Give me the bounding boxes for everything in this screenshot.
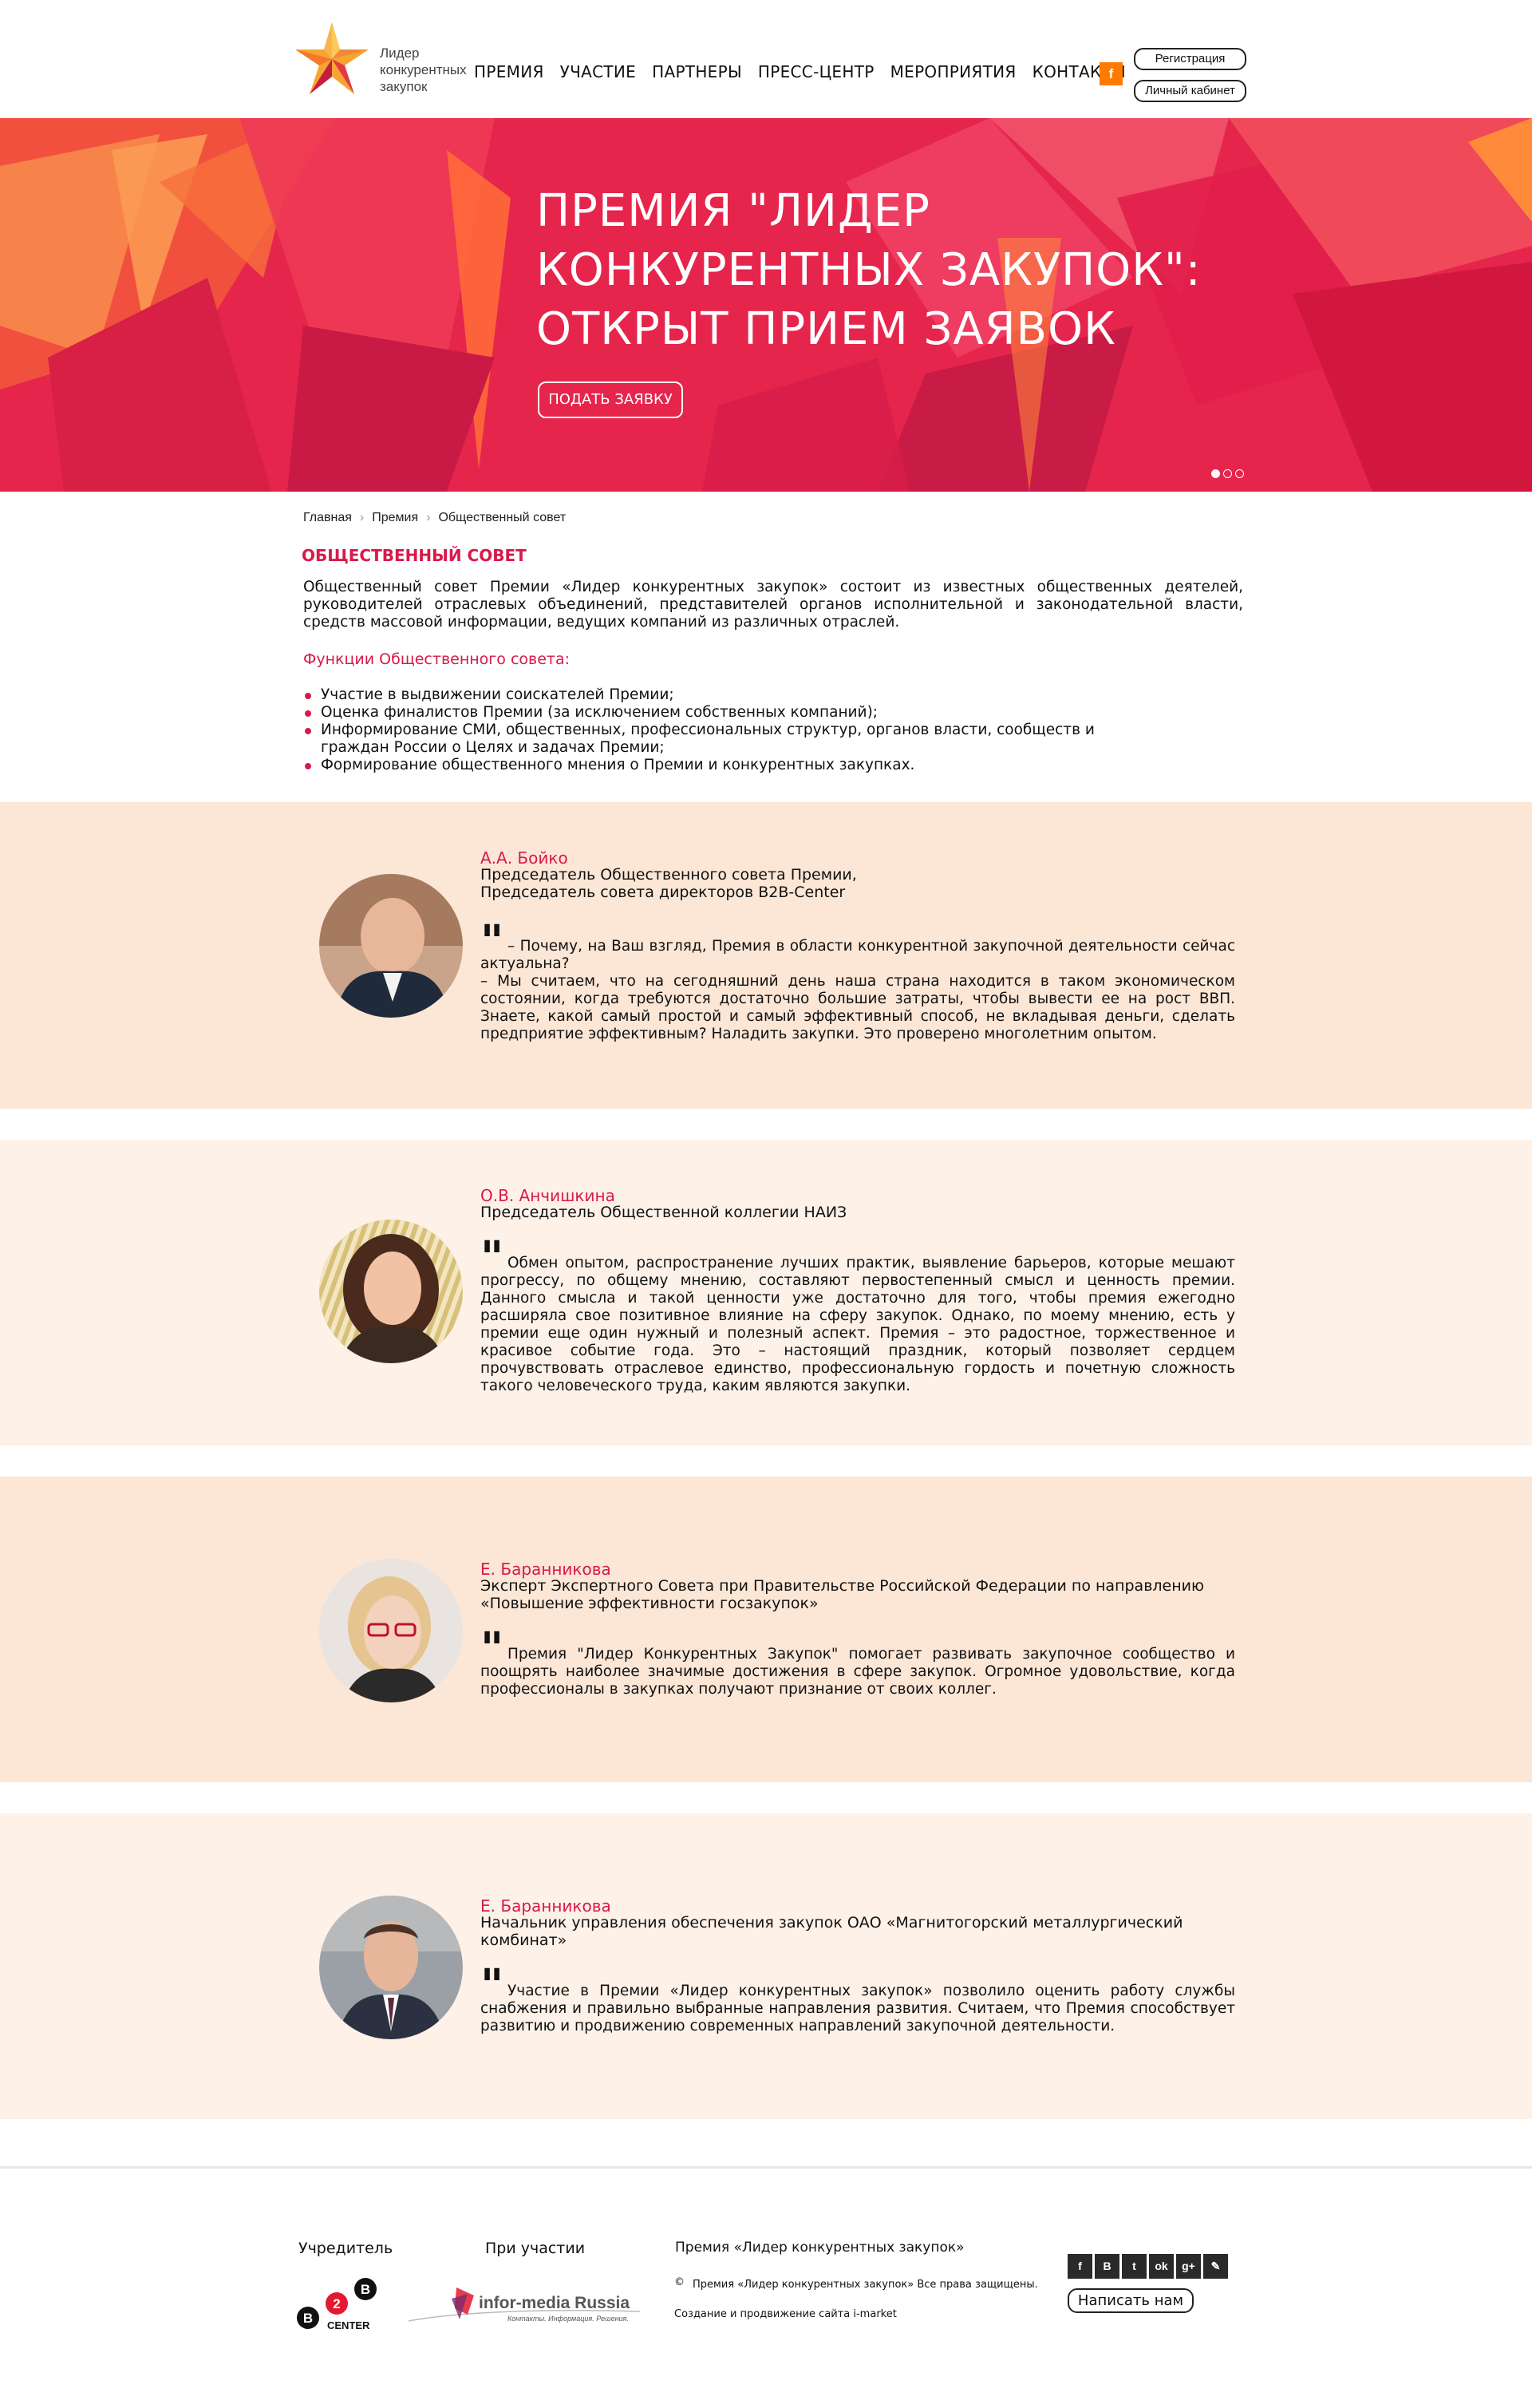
nav-uchastie[interactable]: УЧАСТИЕ <box>560 62 636 81</box>
participation-label: При участии <box>485 2240 586 2257</box>
vk-icon[interactable]: B <box>1095 2254 1119 2279</box>
nav-meropriyatiya[interactable]: МЕРОПРИЯТИЯ <box>890 62 1017 81</box>
award-label: Премия «Лидер конкурентных закупок» <box>675 2240 965 2256</box>
member-role: Эксперт Экспертного Совета при Правитель… <box>480 1577 1246 1612</box>
member-quote: Премия "Лидер Конкурентных Закупок" помо… <box>480 1646 1235 1698</box>
member-card: Е. Баранникова Эксперт Экспертного Совет… <box>0 1477 1532 1782</box>
breadcrumb-premia[interactable]: Премия <box>372 511 418 525</box>
partner-logo-text: infor-media Russia <box>479 2294 630 2312</box>
member-quote: Участие в Премии «Лидер конкурентных зак… <box>480 1983 1235 2034</box>
odnoklassniki-icon[interactable]: ok <box>1149 2254 1174 2279</box>
functions-list: Участие в выдвижении соискателей Премии;… <box>303 686 1101 774</box>
member-role: Начальник управления обеспечения закупок… <box>480 1914 1246 1949</box>
member-role: Председатель Общественного совета Премии… <box>480 866 1246 901</box>
member-role-line-2: «Повышение эффективности госзакупок» <box>480 1595 819 1612</box>
intro-text: Общественный совет Премии «Лидер конкуре… <box>303 579 1243 631</box>
svg-text:2: 2 <box>333 2296 340 2311</box>
member-card: О.В. Анчишкина Председатель Общественной… <box>0 1140 1532 1445</box>
logo-line-3: закупок <box>380 79 428 94</box>
site-logo[interactable]: Лидер конкурентных закупок <box>294 21 469 101</box>
slider-dot-3[interactable] <box>1235 469 1244 478</box>
main-nav: ПРЕМИЯ УЧАСТИЕ ПАРТНЕРЫ ПРЕСС-ЦЕНТР МЕРО… <box>474 62 1126 81</box>
site-header: Лидер конкурентных закупок ПРЕМИЯ УЧАСТИ… <box>0 0 1532 118</box>
nav-partnery[interactable]: ПАРТНЕРЫ <box>652 62 742 81</box>
member-card: Е. Баранникова Начальник управления обес… <box>0 1813 1532 2119</box>
personal-cabinet-button[interactable]: Личный кабинет <box>1134 80 1246 102</box>
list-item: Участие в выдвижении соискателей Премии; <box>303 686 1101 704</box>
hero-title-line-2: КОНКУРЕНТНЫХ ЗАКУПОК": <box>536 244 1202 296</box>
member-card: А.А. Бойко Председатель Общественного со… <box>0 802 1532 1109</box>
logo-line-1: Лидер <box>380 45 420 61</box>
breadcrumb-current: Общественный совет <box>438 511 567 524</box>
chevron-right-icon: › <box>426 511 431 524</box>
rights-text: Премия «Лидер конкурентных закупок» Все … <box>693 2279 1038 2291</box>
slider-dot-2[interactable] <box>1223 469 1232 478</box>
star-logo-icon <box>295 22 369 94</box>
member-role-line-2: комбинат» <box>480 1932 567 1949</box>
avatar <box>319 874 463 1018</box>
member-name: О.В. Анчишкина <box>480 1186 615 1205</box>
avatar <box>319 1559 463 1702</box>
nav-press-center[interactable]: ПРЕСС-ЦЕНТР <box>758 62 875 81</box>
page-title: ОБЩЕСТВЕННЫЙ СОВЕТ <box>302 546 527 565</box>
twitter-icon[interactable]: t <box>1122 2254 1147 2279</box>
nav-premia[interactable]: ПРЕМИЯ <box>474 62 544 81</box>
founder-logo-text: CENTER <box>327 2319 370 2331</box>
hero-title: ПРЕМИЯ "ЛИДЕР КОНКУРЕНТНЫХ ЗАКУПОК": ОТК… <box>536 182 1254 359</box>
logo-line-2: конкурентных <box>380 62 467 77</box>
logo-text: Лидер конкурентных закупок <box>380 45 467 95</box>
member-role-line-2: Председатель совета директоров B2B-Cente… <box>480 884 846 901</box>
livejournal-icon[interactable]: ✎ <box>1203 2254 1228 2279</box>
list-item: Информирование СМИ, общественных, профес… <box>303 722 1101 757</box>
list-item: Оценка финалистов Премии (за исключением… <box>303 704 1101 722</box>
submit-application-button[interactable]: ПОДАТЬ ЗАЯВКУ <box>538 382 683 418</box>
member-quote: Обмен опытом, распространение лучших пра… <box>480 1255 1235 1394</box>
breadcrumb: Главная › Премия › Общественный совет <box>303 511 566 525</box>
avatar <box>319 1896 463 2039</box>
facebook-icon[interactable]: f <box>1068 2254 1092 2279</box>
member-role-line-1: Эксперт Экспертного Совета при Правитель… <box>480 1577 1204 1595</box>
write-us-button[interactable]: Написать нам <box>1068 2288 1194 2313</box>
list-item: Формирование общественного мнения о Прем… <box>303 757 1101 774</box>
slider-dot-1[interactable] <box>1211 469 1220 478</box>
hero-title-line-1: ПРЕМИЯ "ЛИДЕР <box>536 185 930 237</box>
developer-link[interactable]: Создание и продвижение сайта i-market <box>674 2308 897 2320</box>
member-quote: – Почему, на Ваш взгляд, Премия в област… <box>480 938 1235 1042</box>
register-button[interactable]: Регистрация <box>1134 48 1246 70</box>
facebook-icon[interactable]: f <box>1100 62 1123 85</box>
hero-banner: ПРЕМИЯ "ЛИДЕР КОНКУРЕНТНЫХ ЗАКУПОК": ОТК… <box>0 118 1532 492</box>
member-role-line-1: Председатель Общественного совета Премии… <box>480 866 857 884</box>
functions-title: Функции Общественного совета: <box>303 650 571 668</box>
svg-text:B: B <box>361 2282 370 2297</box>
svg-text:B: B <box>303 2311 313 2326</box>
chevron-right-icon: › <box>359 511 365 524</box>
breadcrumb-home[interactable]: Главная <box>303 511 352 525</box>
hero-title-line-3: ОТКРЫТ ПРИЕМ ЗАЯВОК <box>536 303 1116 355</box>
infor-media-logo[interactable]: infor-media Russia Контакты. Информация.… <box>404 2279 643 2331</box>
member-name: Е. Баранникова <box>480 1896 611 1916</box>
copyright-icon: © <box>674 2276 685 2288</box>
founder-label: Учредитель <box>298 2240 393 2257</box>
member-role: Председатель Общественной коллегии НАИЗ <box>480 1204 1246 1221</box>
google-plus-icon[interactable]: g+ <box>1176 2254 1201 2279</box>
member-role-line-1: Начальник управления обеспечения закупок… <box>480 1914 1183 1932</box>
member-role-line-1: Председатель Общественной коллегии НАИЗ <box>480 1204 847 1221</box>
avatar <box>319 1220 463 1363</box>
member-name: Е. Баранникова <box>480 1560 611 1579</box>
b2b-center-logo[interactable]: B 2 B CENTER <box>297 2276 381 2332</box>
member-name: А.А. Бойко <box>480 848 568 868</box>
social-links: f B t ok g+ ✎ <box>1068 2254 1228 2279</box>
partner-tagline: Контакты. Информация. Решения. <box>507 2315 629 2323</box>
slider-dots <box>1211 469 1244 478</box>
